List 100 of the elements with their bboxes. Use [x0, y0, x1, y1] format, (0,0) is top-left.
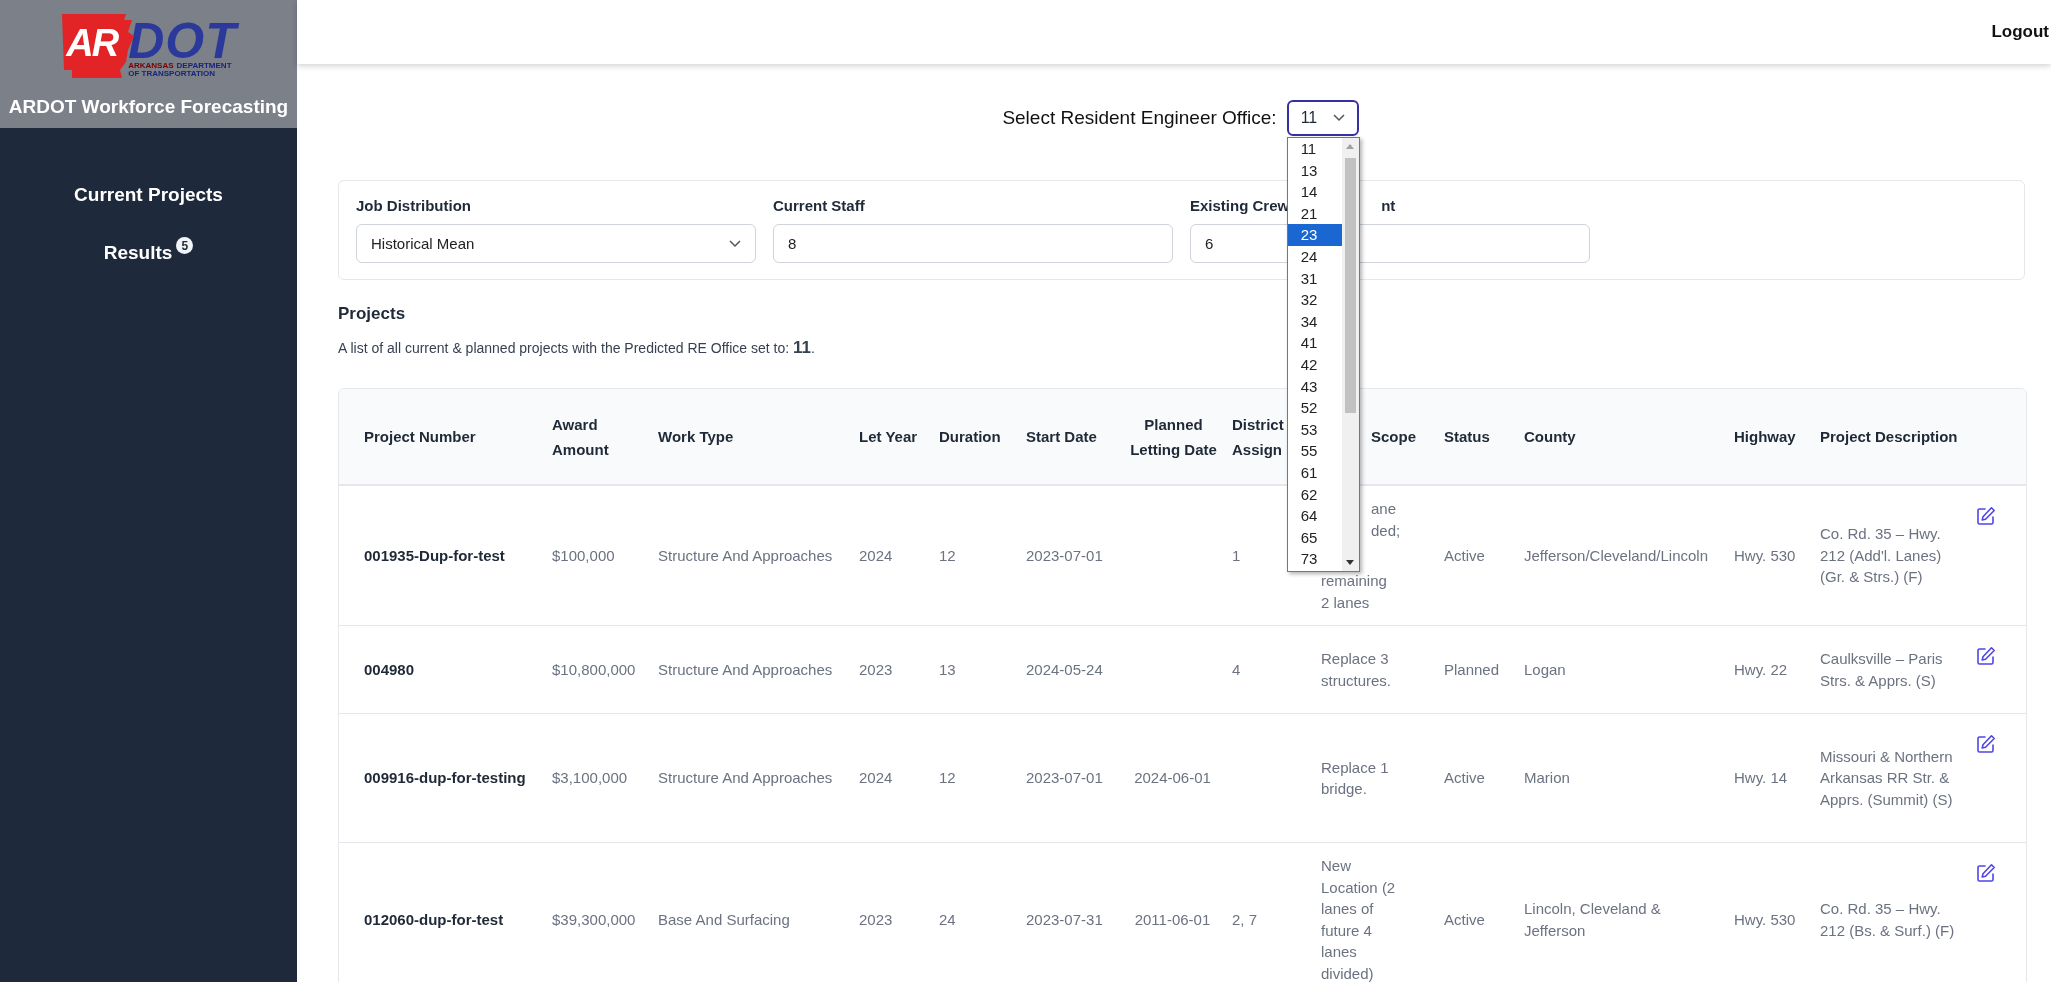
field-label: Job Distribution	[356, 197, 471, 214]
column-header: Project Description	[1820, 428, 1958, 445]
dropdown-option[interactable]: 13	[1287, 159, 1342, 182]
dropdown-option[interactable]: 55	[1287, 440, 1342, 462]
table-cell: Missouri & Northern Arkansas RR Str. & Apprs. (Summit) (S)	[1820, 747, 1953, 808]
field-label: nt	[1381, 197, 1396, 214]
column-header: Highway	[1734, 428, 1796, 445]
table-cell: Lincoln, Cleveland & Jefferson	[1524, 900, 1661, 939]
table-cell: 2024-06-01	[1134, 769, 1211, 787]
table-cell: Structure And Approaches	[658, 660, 833, 678]
dropdown-option[interactable]: 14	[1287, 181, 1342, 203]
table-cell: remaining	[1321, 570, 1387, 592]
table-cell: Replace 1	[1321, 756, 1389, 778]
table-cell: Active	[1444, 769, 1485, 787]
number-input[interactable]: 8	[773, 224, 1173, 263]
table-cell: 4	[1232, 660, 1241, 678]
column-header: Let Year	[859, 428, 918, 445]
table-cell: Co. Rd. 35 – Hwy. 212 (Add'l. Lanes) (Gr. & Strs.) (F)	[1820, 525, 1942, 586]
table-cell: Hwy. 530	[1734, 546, 1796, 564]
dropdown-option[interactable]: 21	[1287, 202, 1342, 225]
table-cell: $10,800,000	[552, 660, 636, 678]
column-header: Work Type	[658, 428, 734, 445]
dropdown-option[interactable]: 64	[1287, 505, 1342, 527]
dropdown-option[interactable]: 41	[1287, 332, 1342, 354]
logo-tagline: OF TRANSPORTATION	[128, 70, 217, 78]
table-cell: 13	[939, 660, 956, 678]
table-cell: 24	[939, 910, 956, 928]
edit-icon[interactable]	[1976, 646, 1996, 666]
table-cell: Active	[1444, 910, 1485, 928]
count-badge: 5	[176, 237, 194, 254]
edit-icon[interactable]	[1976, 734, 1996, 754]
table-cell: Hwy. 14	[1734, 769, 1788, 787]
office-label: Select Resident Engineer Office:	[1002, 107, 1277, 129]
table-cell: 2023-07-01	[1026, 546, 1103, 564]
table-cell: Location (2	[1321, 876, 1396, 898]
table-cell: 2024-05-24	[1026, 660, 1103, 678]
table-cell: Caulksville – Paris Strs. & Apprs. (S)	[1820, 650, 1943, 689]
dropdown-option[interactable]: 11	[1287, 138, 1342, 160]
table-cell: 1	[1232, 546, 1241, 564]
table-cell: lanes of	[1321, 898, 1374, 920]
logo-tagline: DEPARTMENT	[176, 62, 232, 70]
section-title: Projects	[338, 304, 406, 324]
section-description: A list of all current & planned projects with the Predicted RE Office set to: 11.	[338, 338, 815, 358]
nav-link[interactable]: Current Projects	[74, 184, 223, 206]
dropdown-option[interactable]: 52	[1287, 397, 1342, 419]
table-cell: divided)	[1321, 962, 1374, 982]
table-cell: Replace 3	[1321, 648, 1389, 670]
scroll-down-icon[interactable]	[1345, 560, 1354, 565]
dropdown-option[interactable]: 31	[1287, 267, 1342, 290]
dropdown-option[interactable]: 23	[1287, 224, 1342, 246]
column-header: Start Date	[1026, 428, 1097, 445]
column-header: Award Amount	[552, 415, 609, 458]
distribution-select[interactable]: Historical Mean	[356, 224, 756, 263]
project-number: 012060-dup-for-test	[364, 910, 504, 928]
table-cell: $3,100,000	[552, 769, 628, 787]
table-cell: 2011-06-01	[1134, 910, 1211, 928]
table-cell: Co. Rd. 35 – Hwy. 212 (Bs. & Surf.) (F)	[1820, 900, 1955, 939]
dropdown-option[interactable]: 65	[1287, 526, 1342, 549]
project-number: 004980	[364, 660, 415, 678]
column-header: Scope	[1371, 428, 1416, 445]
table-cell: Hwy. 22	[1734, 660, 1788, 678]
edit-icon[interactable]	[1976, 863, 1996, 883]
column-header: Project Number	[364, 428, 476, 445]
table-cell: 2023-07-01	[1026, 769, 1103, 787]
table-cell: future 4	[1321, 919, 1372, 941]
table-cell: 12	[939, 546, 956, 564]
nav-link[interactable]: Results	[103, 242, 173, 264]
logout-link[interactable]: Logout	[1991, 22, 2049, 42]
table-cell: 2023	[859, 910, 893, 928]
table-cell: Planned	[1444, 660, 1500, 678]
chevron-icon	[1332, 114, 1345, 122]
project-number: 001935-Dup-for-test	[364, 546, 505, 564]
table-cell: 2 lanes	[1321, 591, 1370, 613]
dropdown-option[interactable]: 32	[1287, 289, 1342, 311]
table-cell: Logan	[1524, 660, 1566, 678]
table-cell: Base And Surfacing	[658, 910, 790, 928]
table-cell: ane	[1371, 498, 1397, 520]
dropdown-option[interactable]: 61	[1287, 461, 1342, 484]
table-cell: 2, 7	[1232, 910, 1258, 928]
column-header: County	[1524, 428, 1576, 445]
table-cell: 2023-07-31	[1026, 910, 1103, 928]
scrollbar[interactable]	[1341, 138, 1359, 571]
table-cell: 12	[939, 769, 956, 787]
edit-icon[interactable]	[1976, 506, 1996, 526]
table-cell: 2023	[859, 660, 893, 678]
dropdown-option[interactable]: 43	[1287, 375, 1342, 398]
dropdown-option[interactable]: 73	[1287, 548, 1342, 570]
table-cell: lanes	[1321, 941, 1357, 963]
dropdown-option[interactable]: 62	[1287, 483, 1342, 506]
table-cell: $39,300,000	[552, 910, 636, 928]
table-cell: Active	[1444, 546, 1485, 564]
column-header: District Assign	[1232, 415, 1284, 458]
app-title: ARDOT Workforce Forecasting	[8, 96, 289, 118]
dropdown-option[interactable]: 42	[1287, 353, 1342, 376]
table-cell: New	[1321, 855, 1351, 877]
column-header: Status	[1444, 428, 1490, 445]
dropdown-option[interactable]: 53	[1287, 418, 1342, 441]
dropdown-option[interactable]: 34	[1287, 310, 1342, 333]
logo-tagline: ARKANSAS	[128, 62, 174, 70]
table-cell: Structure And Approaches	[658, 546, 833, 564]
